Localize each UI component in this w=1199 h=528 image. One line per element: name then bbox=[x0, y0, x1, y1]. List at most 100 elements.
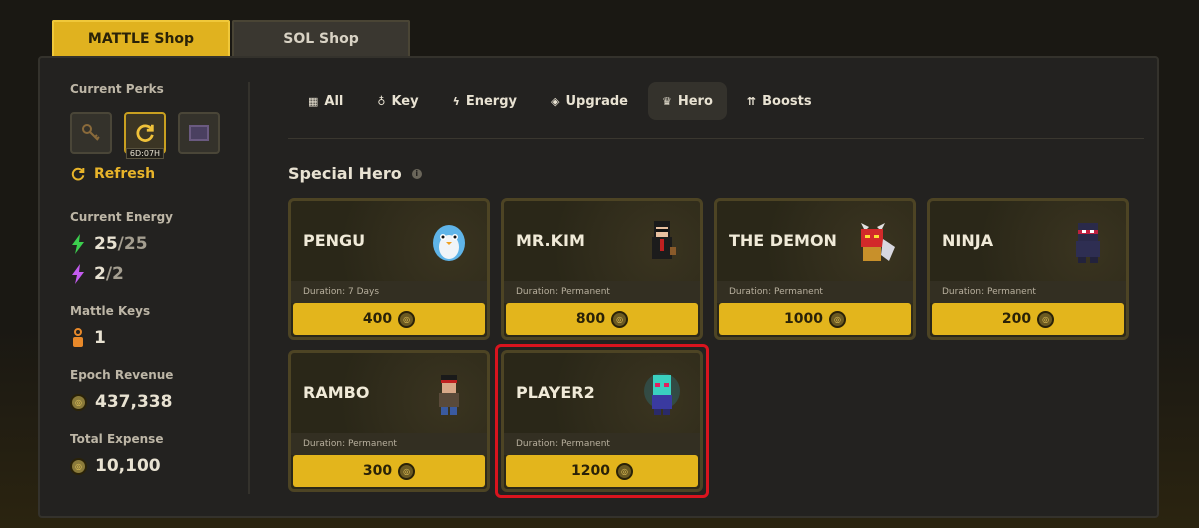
refresh-perk-icon bbox=[136, 124, 154, 142]
expense-row: ◎ 10,100 bbox=[70, 456, 250, 476]
tab-mattle-shop[interactable]: MATTLE Shop bbox=[52, 20, 230, 56]
tab-label: Energy bbox=[465, 93, 518, 109]
perks-label: Current Perks bbox=[70, 82, 164, 96]
energy-green-row: 25/25 bbox=[70, 234, 250, 254]
sidebar-divider bbox=[248, 82, 250, 494]
hero-duration: Duration: 7 Days bbox=[291, 281, 487, 303]
demon-icon bbox=[861, 223, 895, 261]
refresh-button[interactable]: Refresh bbox=[70, 166, 250, 182]
keys-value: 1 bbox=[94, 328, 106, 348]
price: 300 bbox=[362, 463, 393, 479]
category-tabs: ▦ All ♁ Key ϟ Energy ◈ Upgrade ♛ Hero ⇈ Boosts bbox=[294, 82, 826, 120]
revenue-label: Epoch Revenue bbox=[70, 368, 174, 382]
perk-refresh-active[interactable]: 6D:07H bbox=[124, 112, 166, 159]
hero-card-ninja[interactable]: NINJA Duration: Permanent 200 ◎ bbox=[927, 198, 1129, 340]
keys-label: Mattle Keys bbox=[70, 304, 151, 318]
selection-highlight bbox=[495, 344, 709, 498]
purple-bolt-icon bbox=[72, 264, 84, 284]
tab-energy[interactable]: ϟ Energy bbox=[439, 82, 531, 120]
perk-timer: 6D:07H bbox=[125, 148, 165, 159]
tab-all[interactable]: ▦ All bbox=[294, 82, 357, 120]
key-icon: ♁ bbox=[377, 94, 386, 108]
coin-icon: ◎ bbox=[398, 310, 416, 328]
coin-icon: ◎ bbox=[70, 457, 87, 475]
green-bolt-icon bbox=[72, 234, 84, 254]
hero-name: NINJA bbox=[942, 231, 994, 250]
hero-duration: Duration: Permanent bbox=[717, 281, 913, 303]
hero-duration: Duration: Permanent bbox=[930, 281, 1126, 303]
hero-card-mr-kim[interactable]: MR.KIM Duration: Permanent 800 ◎ bbox=[501, 198, 703, 340]
perk-key[interactable] bbox=[70, 112, 112, 154]
section-title: Special Hero i bbox=[288, 164, 422, 183]
tab-boosts[interactable]: ⇈ Boosts bbox=[733, 82, 826, 120]
tab-upgrade[interactable]: ◈ Upgrade bbox=[537, 82, 642, 120]
shop-tabs: MATTLE Shop SOL Shop bbox=[52, 20, 410, 56]
expense-label: Total Expense bbox=[70, 432, 164, 446]
hero-card-rambo[interactable]: RAMBO Duration: Permanent 300 ◎ bbox=[288, 350, 490, 492]
energy-green-max: /25 bbox=[117, 234, 148, 254]
crown-icon: ♛ bbox=[661, 94, 672, 108]
hero-name: THE DEMON bbox=[729, 231, 837, 250]
card-perk-icon bbox=[189, 125, 209, 141]
key-icon bbox=[73, 328, 83, 347]
buy-button[interactable]: 300 ◎ bbox=[293, 455, 485, 487]
hero-name: MR.KIM bbox=[516, 231, 585, 250]
price: 400 bbox=[362, 311, 393, 327]
expense-value: 10,100 bbox=[95, 456, 161, 476]
price: 1000 bbox=[784, 311, 823, 327]
expense-block: Total Expense ◎ 10,100 bbox=[70, 432, 250, 476]
perk-card[interactable] bbox=[178, 112, 220, 154]
keys-block: Mattle Keys 1 bbox=[70, 304, 250, 348]
rambo-icon bbox=[439, 375, 459, 415]
tab-label: Key bbox=[391, 93, 419, 109]
section-title-text: Special Hero bbox=[288, 164, 402, 183]
revenue-block: Epoch Revenue ◎ 437,338 bbox=[70, 368, 250, 412]
energy-purple-max: /2 bbox=[105, 264, 124, 284]
coin-icon: ◎ bbox=[828, 310, 846, 328]
tab-label: Boosts bbox=[762, 93, 812, 109]
shop-panel: Current Perks 6D:07H Refresh Current Ene… bbox=[38, 56, 1159, 518]
diamond-icon: ◈ bbox=[551, 94, 560, 108]
buy-button[interactable]: 800 ◎ bbox=[506, 303, 698, 335]
sidebar: Current Perks 6D:07H Refresh Current Ene… bbox=[70, 82, 250, 476]
ninja-icon bbox=[1076, 223, 1100, 263]
tab-label: Upgrade bbox=[565, 93, 628, 109]
energy-purple-row: 2/2 bbox=[70, 264, 250, 284]
energy-label: Current Energy bbox=[70, 210, 173, 224]
penguin-icon bbox=[433, 225, 465, 261]
keys-row: 1 bbox=[70, 328, 250, 348]
arrows-up-icon: ⇈ bbox=[746, 94, 757, 108]
tab-label: All bbox=[324, 93, 344, 109]
coin-icon: ◎ bbox=[611, 310, 629, 328]
tab-label: Hero bbox=[677, 93, 713, 109]
tab-key[interactable]: ♁ Key bbox=[363, 82, 432, 120]
buy-button[interactable]: 400 ◎ bbox=[293, 303, 485, 335]
hero-card-the-demon[interactable]: THE DEMON Duration: Permanent 1000 ◎ bbox=[714, 198, 916, 340]
energy-green-current: 25 bbox=[94, 234, 118, 254]
price: 800 bbox=[575, 311, 606, 327]
hero-name: PENGU bbox=[303, 231, 366, 250]
category-divider bbox=[288, 138, 1144, 139]
revenue-value: 437,338 bbox=[95, 392, 173, 412]
energy-block: Current Energy 25/25 2/2 bbox=[70, 210, 250, 284]
coin-icon: ◎ bbox=[70, 393, 87, 411]
tab-hero[interactable]: ♛ Hero bbox=[647, 82, 727, 120]
hero-card-pengu[interactable]: PENGU Duration: 7 Days 400 ◎ bbox=[288, 198, 490, 340]
key-perk-icon bbox=[82, 124, 100, 141]
coin-icon: ◎ bbox=[1037, 310, 1055, 328]
bolt-icon: ϟ bbox=[452, 94, 460, 108]
hero-name: RAMBO bbox=[303, 383, 370, 402]
perks-list: 6D:07H bbox=[70, 112, 250, 159]
hero-duration: Duration: Permanent bbox=[291, 433, 487, 455]
refresh-icon bbox=[71, 167, 85, 181]
tab-sol-shop[interactable]: SOL Shop bbox=[232, 20, 410, 56]
grid-icon: ▦ bbox=[308, 94, 319, 108]
refresh-label: Refresh bbox=[94, 166, 156, 182]
energy-purple-current: 2 bbox=[94, 264, 106, 284]
info-icon[interactable]: i bbox=[411, 168, 422, 179]
mr-kim-icon bbox=[652, 221, 676, 259]
revenue-row: ◎ 437,338 bbox=[70, 392, 250, 412]
buy-button[interactable]: 200 ◎ bbox=[932, 303, 1124, 335]
buy-button[interactable]: 1000 ◎ bbox=[719, 303, 911, 335]
price: 200 bbox=[1001, 311, 1032, 327]
